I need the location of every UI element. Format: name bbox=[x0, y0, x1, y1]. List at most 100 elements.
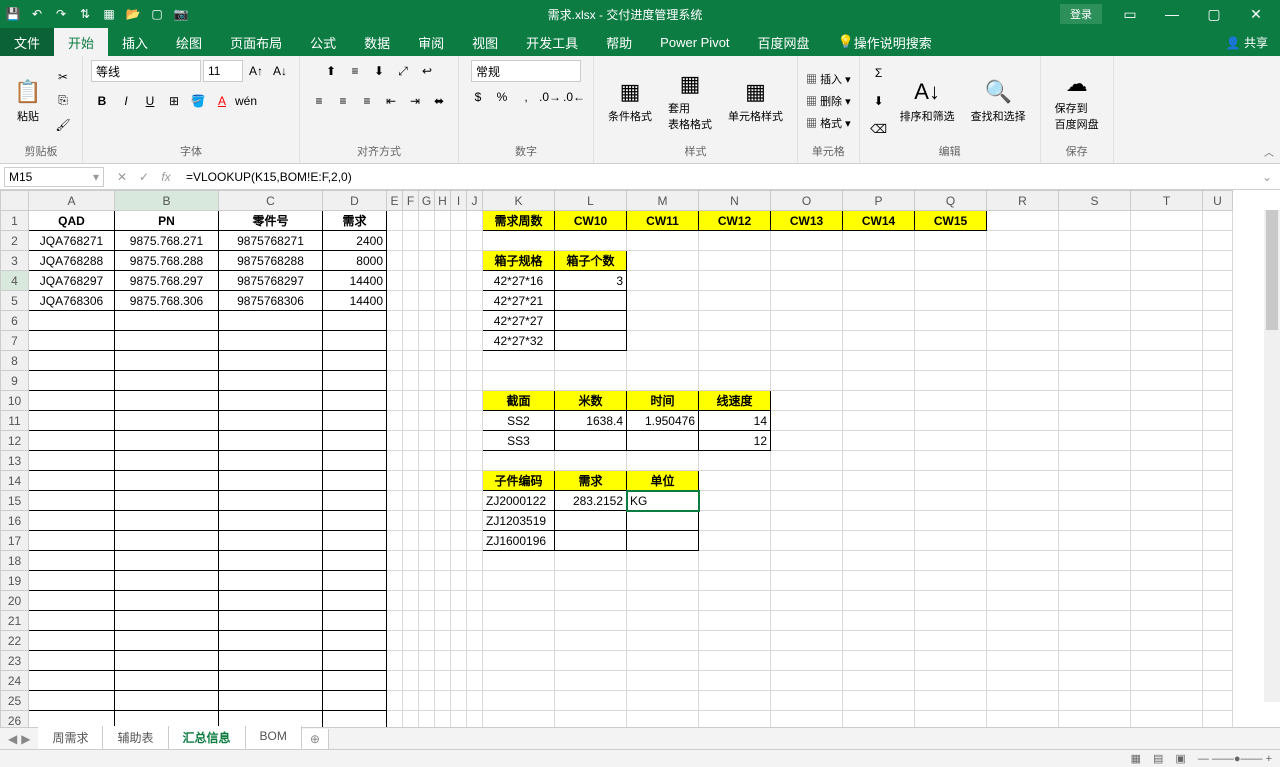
cell-Q23[interactable] bbox=[915, 651, 987, 671]
cell-E17[interactable] bbox=[387, 531, 403, 551]
row-header-14[interactable]: 14 bbox=[1, 471, 29, 491]
cell-C23[interactable] bbox=[219, 651, 323, 671]
cell-J16[interactable] bbox=[467, 511, 483, 531]
cell-F17[interactable] bbox=[403, 531, 419, 551]
cell-C17[interactable] bbox=[219, 531, 323, 551]
italic-icon[interactable]: I bbox=[115, 90, 137, 112]
cell-N25[interactable] bbox=[699, 691, 771, 711]
cell-H23[interactable] bbox=[435, 651, 451, 671]
cell-T9[interactable] bbox=[1131, 371, 1203, 391]
cell-H19[interactable] bbox=[435, 571, 451, 591]
align-right-icon[interactable]: ≡ bbox=[356, 90, 378, 112]
cell-G4[interactable] bbox=[419, 271, 435, 291]
cell-S8[interactable] bbox=[1059, 351, 1131, 371]
cell-F21[interactable] bbox=[403, 611, 419, 631]
col-header-D[interactable]: D bbox=[323, 191, 387, 211]
cell-N5[interactable] bbox=[699, 291, 771, 311]
tab-view[interactable]: 视图 bbox=[458, 28, 512, 56]
cell-R11[interactable] bbox=[987, 411, 1059, 431]
col-header-K[interactable]: K bbox=[483, 191, 555, 211]
col-header-N[interactable]: N bbox=[699, 191, 771, 211]
cell-A22[interactable] bbox=[29, 631, 115, 651]
cell-H17[interactable] bbox=[435, 531, 451, 551]
cell-Q6[interactable] bbox=[915, 311, 987, 331]
copy-icon[interactable]: ⎘ bbox=[52, 90, 74, 112]
cell-N21[interactable] bbox=[699, 611, 771, 631]
cell-D7[interactable] bbox=[323, 331, 387, 351]
cell-U25[interactable] bbox=[1203, 691, 1233, 711]
cell-C3[interactable]: 9875768288 bbox=[219, 251, 323, 271]
cell-L12[interactable] bbox=[555, 431, 627, 451]
cell-R25[interactable] bbox=[987, 691, 1059, 711]
cell-G24[interactable] bbox=[419, 671, 435, 691]
increase-font-icon[interactable]: A↑ bbox=[245, 60, 267, 82]
cell-P21[interactable] bbox=[843, 611, 915, 631]
cell-F7[interactable] bbox=[403, 331, 419, 351]
cell-R5[interactable] bbox=[987, 291, 1059, 311]
cell-D9[interactable] bbox=[323, 371, 387, 391]
cell-J20[interactable] bbox=[467, 591, 483, 611]
cell-S16[interactable] bbox=[1059, 511, 1131, 531]
cell-B15[interactable] bbox=[115, 491, 219, 511]
cell-C12[interactable] bbox=[219, 431, 323, 451]
cell-K17[interactable]: ZJ1600196 bbox=[483, 531, 555, 551]
cell-M15[interactable]: KG bbox=[627, 491, 699, 511]
cell-L24[interactable] bbox=[555, 671, 627, 691]
cell-M10[interactable]: 时间 bbox=[627, 391, 699, 411]
cell-C4[interactable]: 9875768297 bbox=[219, 271, 323, 291]
cell-T18[interactable] bbox=[1131, 551, 1203, 571]
cell-L18[interactable] bbox=[555, 551, 627, 571]
cell-K6[interactable]: 42*27*27 bbox=[483, 311, 555, 331]
cell-B16[interactable] bbox=[115, 511, 219, 531]
cell-E1[interactable] bbox=[387, 211, 403, 231]
cell-C5[interactable]: 9875768306 bbox=[219, 291, 323, 311]
cell-P22[interactable] bbox=[843, 631, 915, 651]
cell-H3[interactable] bbox=[435, 251, 451, 271]
fill-icon[interactable]: ⬇ bbox=[868, 90, 890, 112]
cell-R21[interactable] bbox=[987, 611, 1059, 631]
cell-K21[interactable] bbox=[483, 611, 555, 631]
cell-A12[interactable] bbox=[29, 431, 115, 451]
cell-R23[interactable] bbox=[987, 651, 1059, 671]
cell-D24[interactable] bbox=[323, 671, 387, 691]
cell-J22[interactable] bbox=[467, 631, 483, 651]
cell-P4[interactable] bbox=[843, 271, 915, 291]
col-header-F[interactable]: F bbox=[403, 191, 419, 211]
cell-E25[interactable] bbox=[387, 691, 403, 711]
row-header-21[interactable]: 21 bbox=[1, 611, 29, 631]
col-header-O[interactable]: O bbox=[771, 191, 843, 211]
cell-M4[interactable] bbox=[627, 271, 699, 291]
cell-P20[interactable] bbox=[843, 591, 915, 611]
cell-B21[interactable] bbox=[115, 611, 219, 631]
cell-U1[interactable] bbox=[1203, 211, 1233, 231]
cell-R13[interactable] bbox=[987, 451, 1059, 471]
cell-A6[interactable] bbox=[29, 311, 115, 331]
cell-J3[interactable] bbox=[467, 251, 483, 271]
cell-K9[interactable] bbox=[483, 371, 555, 391]
cell-B20[interactable] bbox=[115, 591, 219, 611]
cell-Q12[interactable] bbox=[915, 431, 987, 451]
cell-C25[interactable] bbox=[219, 691, 323, 711]
cell-M11[interactable]: 1.950476 bbox=[627, 411, 699, 431]
cell-C2[interactable]: 9875768271 bbox=[219, 231, 323, 251]
cell-G9[interactable] bbox=[419, 371, 435, 391]
cell-E21[interactable] bbox=[387, 611, 403, 631]
cell-S10[interactable] bbox=[1059, 391, 1131, 411]
align-center-icon[interactable]: ≡ bbox=[332, 90, 354, 112]
cell-R15[interactable] bbox=[987, 491, 1059, 511]
cell-F8[interactable] bbox=[403, 351, 419, 371]
cell-P5[interactable] bbox=[843, 291, 915, 311]
cell-J1[interactable] bbox=[467, 211, 483, 231]
cell-D3[interactable]: 8000 bbox=[323, 251, 387, 271]
cell-A10[interactable] bbox=[29, 391, 115, 411]
col-header-B[interactable]: B bbox=[115, 191, 219, 211]
cell-J12[interactable] bbox=[467, 431, 483, 451]
cell-I6[interactable] bbox=[451, 311, 467, 331]
cell-C10[interactable] bbox=[219, 391, 323, 411]
add-sheet-button[interactable]: ⊕ bbox=[302, 729, 329, 749]
formula-input[interactable]: =VLOOKUP(K15,BOM!E:F,2,0) bbox=[180, 164, 1254, 189]
cell-T8[interactable] bbox=[1131, 351, 1203, 371]
cell-D11[interactable] bbox=[323, 411, 387, 431]
underline-icon[interactable]: U bbox=[139, 90, 161, 112]
cell-T15[interactable] bbox=[1131, 491, 1203, 511]
